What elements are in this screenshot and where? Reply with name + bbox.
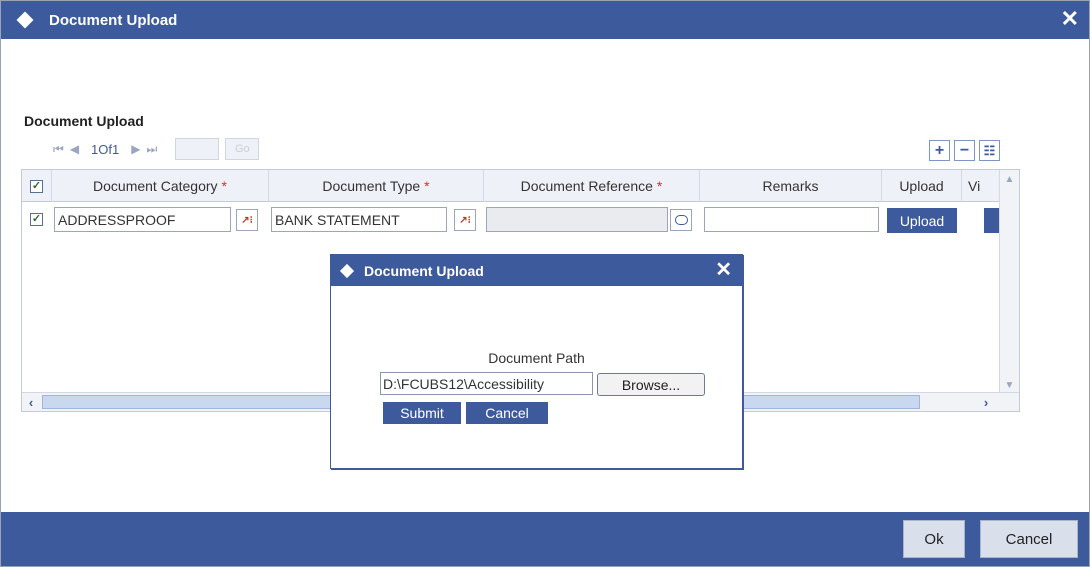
grid-toolbar: + − ☷ [929,140,1000,161]
remarks-field[interactable] [704,207,879,232]
next-page-icon[interactable]: ▶ [131,142,140,156]
document-path-label: Document Path [488,350,585,366]
select-all-cell: ✓ [22,170,52,202]
document-path-input[interactable]: D:\FCUBS12\Accessibility [380,372,593,395]
dialog-cancel-button[interactable]: Cancel [466,402,548,424]
dialog-close-icon[interactable]: ✕ [715,255,732,285]
document-upload-window: Document Upload ✕ Document Upload ⏮ ◀ 1O… [0,0,1090,567]
footer-bar: Ok Cancel [1,512,1089,566]
select-all-checkbox[interactable]: ✓ [30,179,43,193]
document-type-field[interactable]: BANK STATEMENT [271,207,447,232]
last-page-icon[interactable]: ⏭ [146,142,157,157]
prev-page-icon[interactable]: ◀ [70,142,79,156]
view-details-icon[interactable]: ☷ [979,140,1000,161]
diamond-icon [16,11,34,29]
window-close-icon[interactable]: ✕ [1061,7,1079,31]
required-marker: * [424,178,430,194]
window-title: Document Upload [49,11,178,29]
category-lookup-icon[interactable]: ↗⁝ [236,209,258,231]
cancel-button[interactable]: Cancel [980,520,1078,558]
col-header-document-type: Document Type * [269,170,484,202]
grid-header: ✓ Document Category * Document Type * Docu… [22,170,1019,202]
browse-button[interactable]: Browse... [597,373,705,396]
required-marker: * [656,178,663,194]
col-label: Document Type [322,178,421,194]
col-label: Remarks [762,178,819,194]
col-header-document-category: Document Category * [52,170,269,202]
ok-button[interactable]: Ok [903,520,965,558]
page-number-input[interactable] [175,138,220,160]
col-header-view: Vi [962,170,1002,202]
required-marker: * [221,178,227,194]
delete-row-icon[interactable]: − [954,140,975,161]
table-row: ✓ ADDRESSPROOF ↗⁝ BANK STATEMENT ↗⁝ Uplo… [22,203,1019,235]
col-label: Vi [968,178,981,194]
row-checkbox[interactable]: ✓ [30,213,43,226]
col-label: Document Reference [520,178,653,194]
col-header-upload: Upload [882,170,962,202]
col-label: Document Category [93,178,218,194]
reference-comment-icon[interactable] [670,209,692,231]
type-lookup-icon[interactable]: ↗⁝ [454,209,476,231]
document-category-field[interactable]: ADDRESSPROOF [54,207,231,232]
document-reference-field [486,207,668,232]
col-header-remarks: Remarks [700,170,882,202]
dialog-title-bar: Document Upload ✕ [331,255,742,286]
scroll-right-icon[interactable]: › [977,393,995,411]
view-button[interactable] [984,208,1000,233]
pagination-bar: ⏮ ◀ 1Of1 ▶ ⏭ Go [53,138,260,160]
dialog-title: Document Upload [364,262,484,279]
go-button[interactable]: Go [225,138,260,160]
scroll-up-icon[interactable]: ▲ [1000,170,1019,188]
col-label: Upload [899,178,944,194]
diamond-icon [339,263,355,278]
first-page-icon[interactable]: ⏮ [53,142,64,157]
vertical-scrollbar[interactable]: ▲ ▼ [999,170,1019,394]
section-title: Document Upload [24,113,144,129]
page-indicator: 1Of1 [91,141,120,157]
upload-button[interactable]: Upload [887,208,957,233]
add-row-icon[interactable]: + [929,140,950,161]
scroll-left-icon[interactable]: ‹ [22,393,40,411]
col-header-document-reference: Document Reference * [484,170,700,202]
window-title-bar: Document Upload ✕ [1,1,1089,39]
submit-button[interactable]: Submit [383,402,461,424]
document-upload-dialog: Document Upload ✕ Document Path D:\FCUBS… [330,254,743,469]
